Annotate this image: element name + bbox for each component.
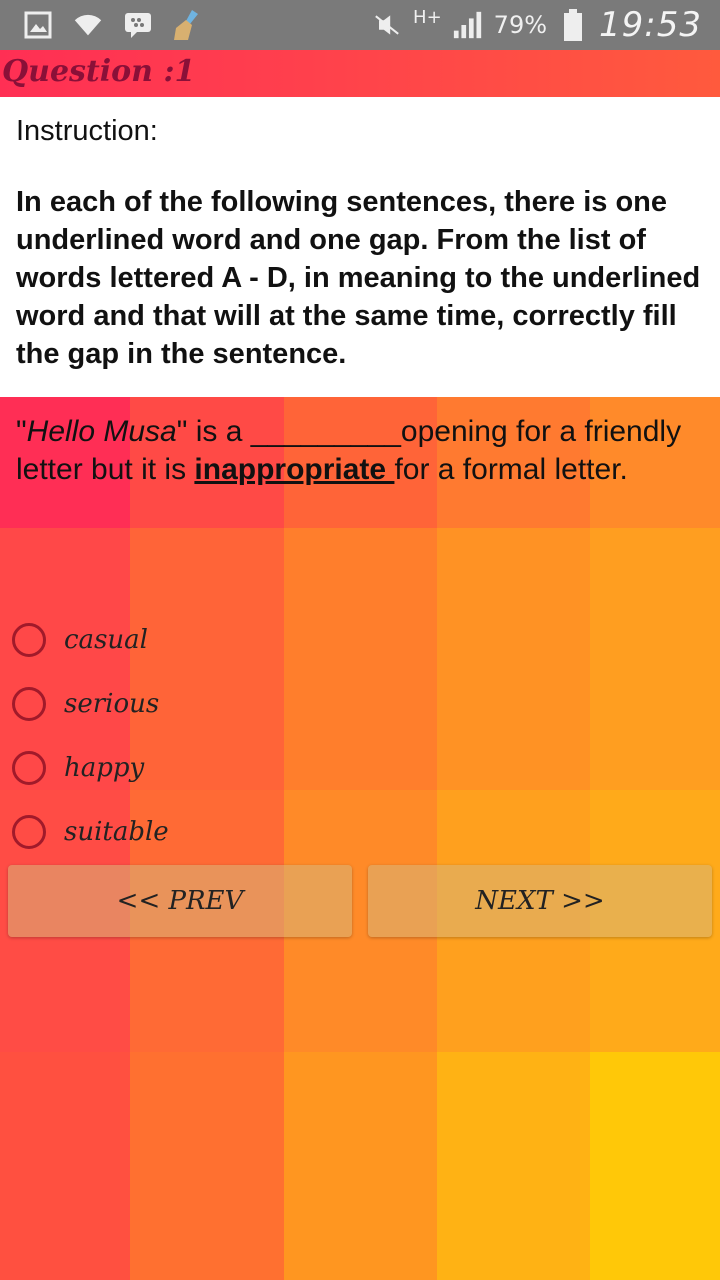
- question-title: Question :1: [2, 54, 196, 89]
- option-label: casual: [64, 625, 148, 655]
- battery-percent: 79%: [493, 11, 548, 39]
- question-text: "Hello Musa" is a _________opening for a…: [16, 415, 682, 486]
- option-suitable[interactable]: suitable: [12, 800, 169, 864]
- option-label: suitable: [64, 817, 169, 847]
- signal-icon: [452, 9, 484, 41]
- radio-button[interactable]: [12, 751, 46, 785]
- option-casual[interactable]: casual: [12, 608, 169, 672]
- status-bar: H+ 79% 19:53: [0, 0, 720, 50]
- next-button[interactable]: NEXT >>: [368, 865, 712, 937]
- option-label: serious: [64, 689, 160, 719]
- instruction-panel: Instruction: In each of the following se…: [0, 97, 720, 397]
- instruction-text: In each of the following sentences, ther…: [16, 186, 701, 370]
- battery-icon: [557, 9, 589, 41]
- radio-button[interactable]: [12, 815, 46, 849]
- clock: 19:53: [599, 5, 702, 45]
- question-header: Question :1: [0, 50, 720, 97]
- radio-button[interactable]: [12, 687, 46, 721]
- network-type: H+: [413, 6, 442, 28]
- answer-options: casual serious happy suitable: [12, 608, 169, 864]
- question-name: Hello Musa: [26, 415, 177, 448]
- radio-button[interactable]: [12, 623, 46, 657]
- option-serious[interactable]: serious: [12, 672, 169, 736]
- option-happy[interactable]: happy: [12, 736, 169, 800]
- prev-button[interactable]: << PREV: [8, 865, 352, 937]
- mute-icon: [371, 9, 403, 41]
- bbm-icon: [122, 9, 154, 41]
- instruction-label: Instruction:: [16, 115, 158, 147]
- wifi-icon: [72, 9, 104, 41]
- question-blank: _________: [250, 415, 401, 448]
- cleaner-icon: [172, 9, 204, 41]
- option-label: happy: [64, 753, 145, 783]
- image-icon: [22, 9, 54, 41]
- underlined-word: inappropriate: [194, 453, 395, 486]
